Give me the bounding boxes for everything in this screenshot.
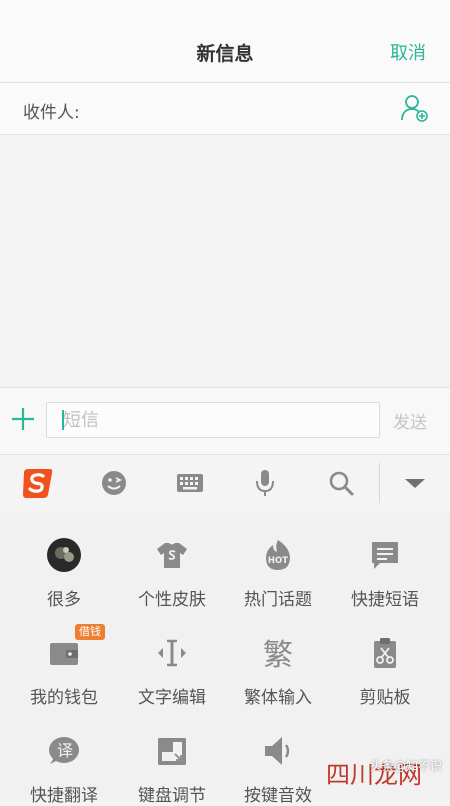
traditional-input-icon: 繁 [260, 635, 296, 673]
grid-item-label: 个性皮肤 [138, 590, 206, 610]
traditional-glyph: 繁 [263, 638, 293, 671]
grid-item-translate[interactable]: 译 快捷翻译 [8, 707, 120, 806]
grid-item-traditional[interactable]: 繁 繁体输入 [222, 609, 334, 708]
grid-item-keyboard-adjust[interactable]: 键盘调节 [116, 707, 228, 806]
collapse-arrow-icon[interactable] [397, 465, 433, 501]
keyboard-toolbar [0, 454, 450, 512]
wallet-badge: 借钱 [75, 624, 105, 640]
keyboard-adjust-icon [154, 733, 190, 769]
search-icon[interactable] [323, 465, 359, 501]
page-title: 新信息 [196, 43, 254, 65]
send-button[interactable]: 发送 [393, 408, 427, 433]
attach-plus-icon[interactable] [10, 406, 36, 432]
grid-item-label: 按键音效 [244, 786, 312, 806]
translate-glyph: 译 [57, 741, 73, 760]
grid-item-label: 快捷翻译 [30, 786, 98, 806]
grid-item-text-edit[interactable]: 文字编辑 [116, 609, 228, 708]
quick-phrase-icon [367, 537, 403, 573]
text-caret [62, 410, 64, 430]
grid-item-label: 剪贴板 [359, 688, 411, 708]
grid-item-label: 热门话题 [244, 590, 312, 610]
clipboard-icon [367, 635, 403, 671]
grid-item-quick-phrase[interactable]: 快捷短语 [329, 511, 441, 610]
grid-item-skin[interactable]: 个性皮肤 [116, 511, 228, 610]
microphone-icon[interactable] [247, 465, 283, 501]
grid-item-label: 繁体输入 [244, 688, 312, 708]
grid-item-label: 快捷短语 [351, 590, 419, 610]
emoji-icon[interactable] [96, 465, 132, 501]
compose-bar: 发送 [0, 387, 450, 454]
grid-item-wallet[interactable]: 我的钱包 [8, 609, 120, 708]
svg-text:HOT: HOT [268, 556, 288, 566]
sms-input[interactable] [46, 402, 380, 438]
grid-item-hot-topic[interactable]: HOT 热门话题 [222, 511, 334, 610]
sogou-logo-icon[interactable] [20, 465, 56, 501]
recipient-row[interactable]: 收件人: [0, 83, 450, 135]
recipient-label: 收件人: [23, 103, 80, 123]
grid-item-label: 很多 [47, 590, 81, 610]
cancel-button[interactable]: 取消 [390, 39, 426, 65]
grid-item-label: 文字编辑 [138, 688, 206, 708]
avatar-icon [46, 537, 82, 573]
grid-item-label: 键盘调节 [138, 786, 206, 806]
grid-item-key-sound[interactable]: 按键音效 [222, 707, 334, 806]
grid-item-label: 我的钱包 [30, 688, 98, 708]
add-contact-icon[interactable] [400, 93, 430, 123]
keyboard-icon[interactable] [172, 465, 208, 501]
translate-icon: 译 [46, 733, 82, 769]
hot-topic-icon: HOT [260, 537, 296, 573]
grid-item-clipboard[interactable]: 剪贴板 [329, 609, 441, 708]
key-sound-icon [260, 733, 296, 769]
toolbar-divider [379, 463, 380, 503]
title-bar: 新信息 取消 [0, 0, 450, 83]
conversation-area [0, 135, 450, 387]
watermark-source: 头条@知不识 [369, 759, 442, 773]
wallet-icon [46, 635, 82, 671]
tshirt-skin-icon [154, 537, 190, 573]
grid-item-avatar[interactable]: 很多 [8, 511, 120, 610]
text-edit-icon [154, 635, 190, 671]
